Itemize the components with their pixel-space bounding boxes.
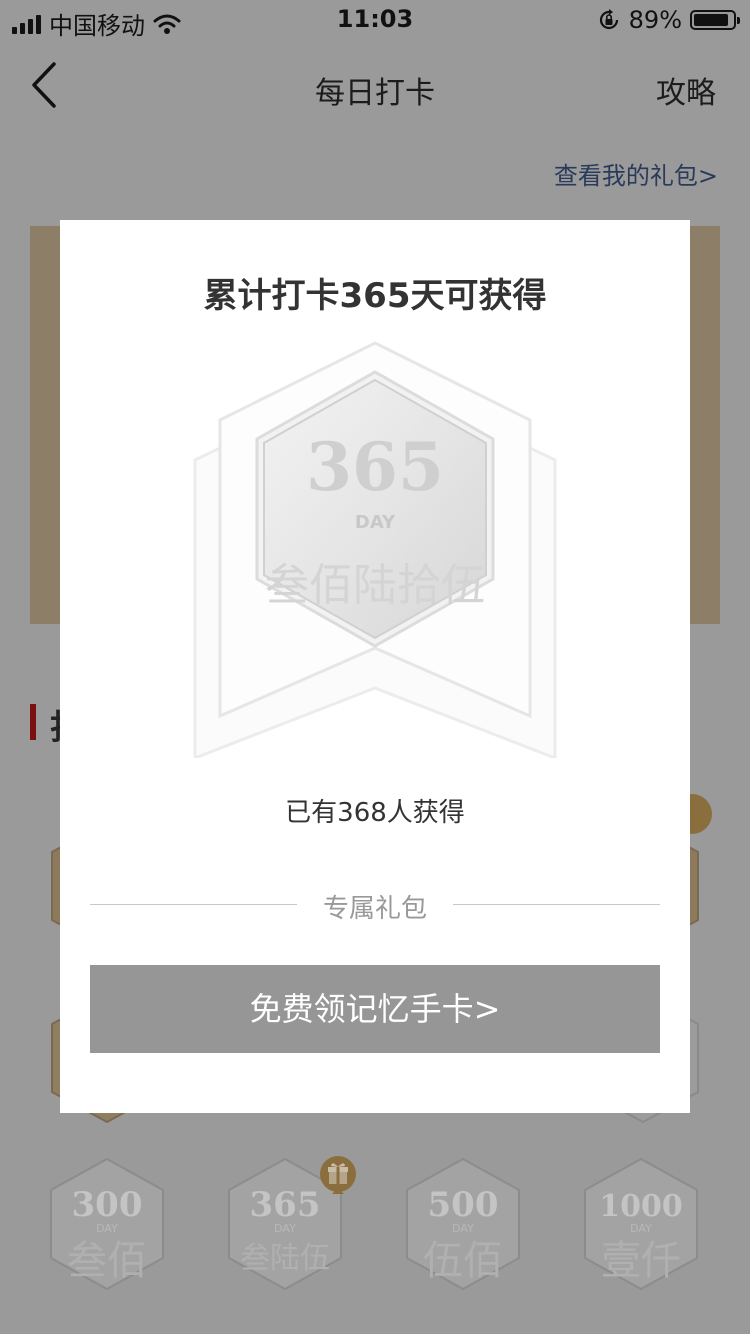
badge-day-label: DAY [355,512,396,533]
battery-icon [690,10,740,30]
badge-365-caption: 叁陆伍 [240,1241,330,1276]
badge-1000-number: 1000 [599,1189,683,1224]
badge-1000-day: DAY [630,1222,652,1235]
exclusive-gift-label: 专属礼包 [322,894,427,924]
my-gifts-link[interactable]: 查看我的礼包> [554,156,718,191]
badge-300-caption: 叁佰 [67,1238,147,1284]
battery-percent: 89% [628,6,682,34]
badge-500-number: 500 [428,1185,499,1225]
badge-500-day: DAY [452,1222,474,1235]
badge-number: 365 [306,428,444,506]
divider-line-right [453,904,660,905]
holders-count-text: 已有368人获得 [285,798,465,828]
status-bar: 中国移动 11:03 89% [0,0,750,40]
badge-300-number: 300 [72,1185,143,1225]
badge-300-day: DAY [96,1222,118,1235]
badge-365-large: 365 DAY 叁佰陆拾伍 [193,341,557,758]
section-accent-bar [30,704,36,740]
badge-365-number: 365 [250,1185,321,1225]
badge-300[interactable]: 300 DAY 叁佰 [48,1156,166,1292]
guide-link[interactable]: 攻略 [656,68,716,112]
page-title: 每日打卡 [315,76,435,111]
badge-1000-caption: 壹仟 [601,1238,681,1284]
status-right: 89% [597,6,740,34]
claim-card-button[interactable]: 免费领记忆手卡> [90,965,660,1053]
badge-500-caption: 伍佰 [423,1238,503,1284]
rotation-lock-icon [599,9,618,30]
modal-title: 累计打卡365天可获得 [203,276,547,316]
nav-bar: 每日打卡 攻略 [0,44,750,132]
badge-caption: 叁佰陆拾伍 [265,560,485,611]
badge-1000[interactable]: 1000 DAY 壹仟 [582,1156,700,1292]
reward-modal: 累计打卡365天可获得 365 DAY 叁佰陆拾伍 已有368人获得 专属礼包 … [60,220,690,1113]
badge-365-day: DAY [274,1222,296,1235]
badge-500[interactable]: 500 DAY 伍佰 [404,1156,522,1292]
gift-icon [320,1156,356,1194]
